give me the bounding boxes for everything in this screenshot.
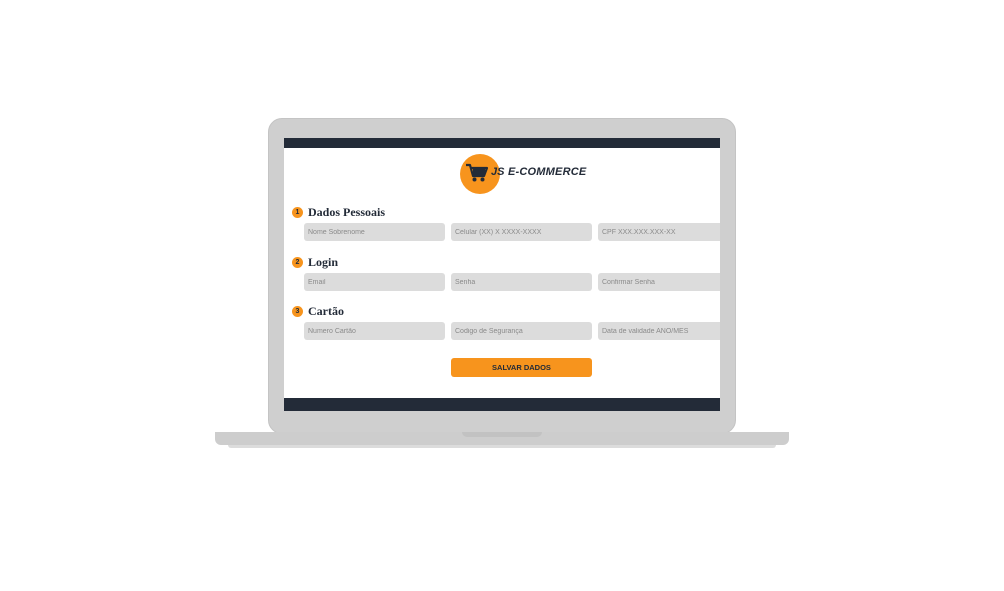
section-title: Login (308, 254, 339, 269)
card-number-input[interactable] (304, 322, 445, 340)
logo-brand-text: E-COMMERCE (508, 166, 587, 178)
save-data-button[interactable]: SALVAR DADOS (451, 358, 592, 377)
section-header: 2 Login (292, 255, 338, 269)
footer-bar (284, 398, 720, 411)
email-input[interactable] (304, 273, 445, 291)
field-row (304, 322, 720, 340)
laptop-notch (462, 432, 542, 437)
cpf-input[interactable] (598, 223, 720, 241)
confirm-password-input[interactable] (598, 273, 720, 291)
name-input[interactable] (304, 223, 445, 241)
laptop-screen: JS E-COMMERCE 1 Dados Pessoais 2 Login 3… (284, 138, 720, 411)
section-title: Dados Pessoais (308, 204, 386, 219)
section-header: 3 Cartão (292, 304, 344, 318)
expiry-date-input[interactable] (598, 322, 720, 340)
section-title: Cartão (308, 303, 344, 318)
security-code-input[interactable] (451, 322, 592, 340)
step-number-badge: 2 (292, 256, 303, 268)
header-bar (284, 138, 720, 148)
phone-input[interactable] (451, 223, 592, 241)
field-row (304, 223, 720, 241)
shopping-cart-icon (466, 163, 489, 182)
field-row (304, 273, 720, 291)
laptop-base-edge (228, 445, 776, 448)
section-header: 1 Dados Pessoais (292, 205, 385, 219)
step-number-badge: 1 (292, 206, 303, 218)
step-number-badge: 3 (292, 305, 303, 317)
password-input[interactable] (451, 273, 592, 291)
logo-js-text: JS (491, 166, 505, 178)
